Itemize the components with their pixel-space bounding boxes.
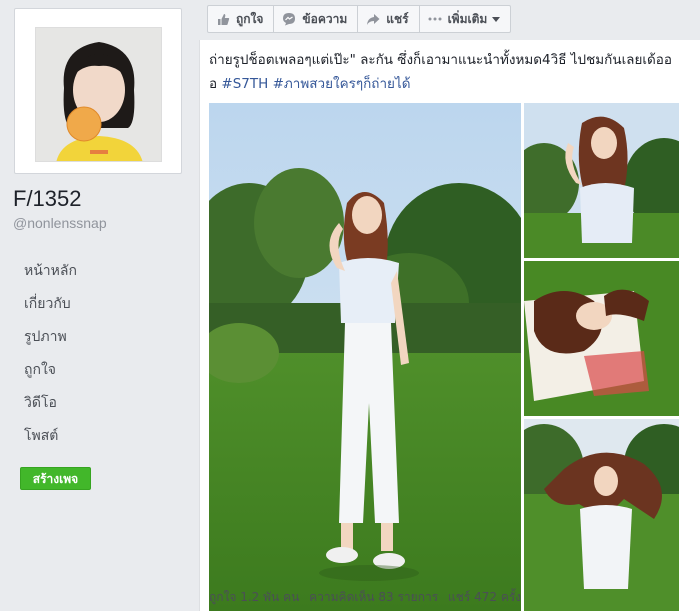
hashtag-link[interactable]: #S7TH [221,76,268,92]
caret-down-icon [492,16,501,22]
page-action-bar: ถูกใจ ข้อความ แชร์ เพิ่มเติม [207,5,512,33]
thumbs-up-icon [216,12,230,26]
likes-count[interactable]: ถูกใจ 1.2 พัน คน [209,590,299,604]
post-photo-main[interactable] [209,103,521,611]
sidebar-item-posts[interactable]: โพสต์ [24,425,77,458]
photo-girl-hair-blowing [524,419,679,611]
more-options-label: เพิ่มเติม [447,11,488,26]
more-dots-icon [428,12,442,26]
shares-count[interactable]: แชร์ 472 ครั้ง [448,590,521,604]
post-photo-3[interactable] [524,261,679,416]
share-page-button[interactable]: แชร์ [357,5,420,33]
post-photo-2[interactable] [524,103,679,258]
page-username: @nonlenssnap [13,215,107,231]
post-photo-4[interactable] [524,419,679,611]
share-arrow-icon [366,12,380,26]
post-card: ถ่ายรูปช็อตเพลอๆแต่เป๊ะ" ละกัน ซึ่งก็เอา… [199,40,700,611]
message-button[interactable]: ข้อความ [273,5,359,33]
sidebar-nav: หน้าหลัก เกี่ยวกับ รูปภาพ ถูกใจ วิดีโอ โ… [24,260,77,458]
post-caption-line-2: อ #S7TH #ภาพสวยใครๆก็ถ่ายได้ [209,72,689,96]
sidebar-item-home[interactable]: หน้าหลัก [24,260,77,293]
photo-girl-hair-toss [524,103,679,258]
profile-photo-image [36,28,161,161]
sidebar-item-videos[interactable]: วิดีโอ [24,392,77,425]
create-page-button[interactable]: สร้างเพจ [20,467,91,490]
sidebar-item-photos[interactable]: รูปภาพ [24,326,77,359]
post-stats: ถูกใจ 1.2 พัน คน ความคิดเห็น 83 รายการ แ… [209,588,527,607]
comments-count[interactable]: ความคิดเห็น 83 รายการ [309,590,438,604]
profile-picture[interactable] [35,27,162,162]
hashtag-link[interactable]: #ภาพสวยใครๆก็ถ่ายได้ [273,76,411,92]
post-caption: ถ่ายรูปช็อตเพลอๆแต่เป๊ะ" ละกัน ซึ่งก็เอา… [209,48,689,96]
message-bubble-icon [282,12,296,26]
share-page-label: แชร์ [386,11,409,26]
more-options-button[interactable]: เพิ่มเติม [418,5,512,33]
like-page-label: ถูกใจ [236,11,264,26]
message-label: ข้อความ [302,11,348,26]
photo-girl-lying-on-grass [524,261,679,416]
photo-girl-standing-in-park [209,103,521,611]
sidebar-item-about[interactable]: เกี่ยวกับ [24,293,77,326]
post-caption-prefix: อ [209,76,222,92]
profile-picture-frame[interactable] [14,8,182,174]
like-page-button[interactable]: ถูกใจ [207,5,275,33]
post-caption-line-1: ถ่ายรูปช็อตเพลอๆแต่เป๊ะ" ละกัน ซึ่งก็เอา… [209,52,672,68]
page-title: F/1352 [13,186,82,211]
sidebar-item-likes[interactable]: ถูกใจ [24,359,77,392]
